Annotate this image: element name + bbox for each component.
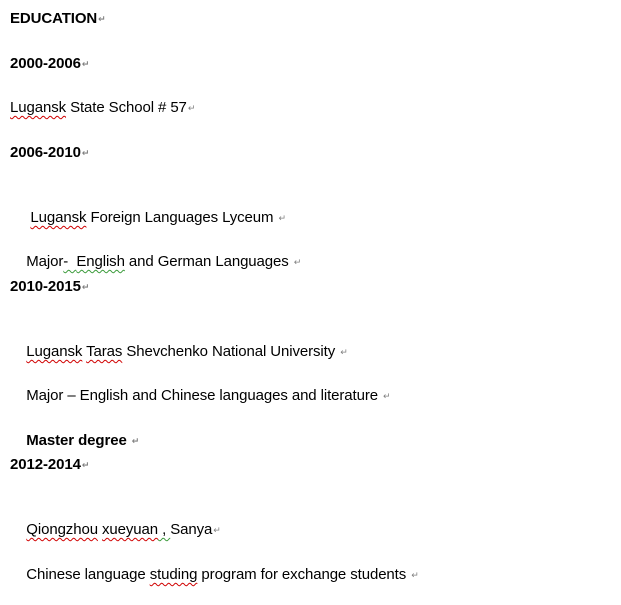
period-2012-2014[interactable]: 2012-2014↵ — [10, 455, 89, 475]
paragraph-mark-icon: ↵ — [81, 59, 90, 69]
spelling-flag: studing — [149, 566, 198, 583]
paragraph-mark-icon: ↵ — [411, 570, 419, 580]
spelling-flag: Qiongzhou — [26, 521, 98, 538]
paragraph-mark-icon: ↵ — [131, 436, 140, 446]
spelling-flag: xueyuan — [102, 521, 159, 538]
spelling-flag: Taras — [86, 343, 123, 360]
spelling-flag: Lugansk — [26, 343, 83, 360]
spelling-flag: Lugansk — [10, 99, 67, 116]
period-2006-2010[interactable]: 2006-2010↵ — [10, 143, 89, 163]
paragraph-mark-icon: ↵ — [278, 213, 287, 223]
spelling-flag: Lugansk — [30, 209, 87, 226]
grammar-flag: , — [158, 521, 171, 538]
paragraph-mark-icon: ↵ — [187, 103, 196, 113]
paragraph-mark-icon: ↵ — [81, 282, 90, 292]
paragraph-mark-icon: ↵ — [293, 257, 302, 267]
paragraph-mark-icon: ↵ — [81, 148, 90, 158]
paragraph-mark-icon: ↵ — [340, 347, 348, 357]
paragraph-mark-icon: ↵ — [81, 460, 90, 470]
exchange-program[interactable]: Chinese language studing program for exc… — [10, 545, 419, 605]
paragraph-mark-icon: ↵ — [383, 391, 391, 401]
grammar-flag: English — [76, 253, 125, 270]
period-2000-2006[interactable]: 2000-2006↵ — [10, 54, 89, 74]
period-2010-2015[interactable]: 2010-2015↵ — [10, 277, 89, 297]
grammar-flag: - — [63, 253, 77, 270]
school-57[interactable]: Lugansk State School # 57↵ — [10, 98, 195, 118]
education-heading[interactable]: EDUCATION↵ — [10, 9, 106, 29]
paragraph-mark-icon: ↵ — [213, 525, 221, 535]
paragraph-mark-icon: ↵ — [98, 14, 106, 24]
